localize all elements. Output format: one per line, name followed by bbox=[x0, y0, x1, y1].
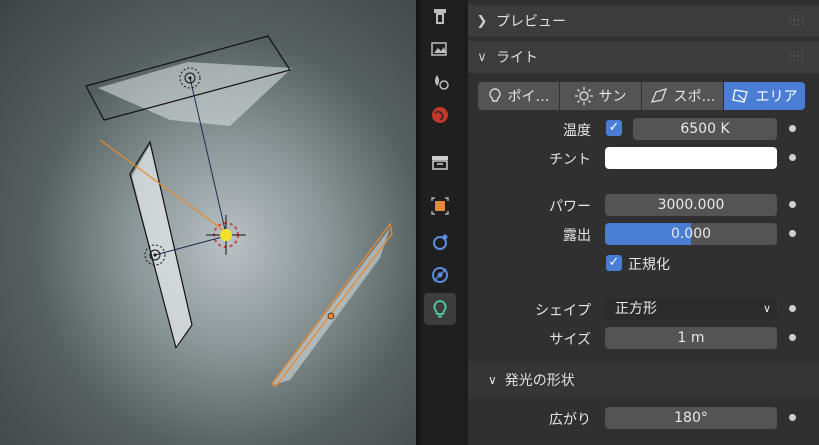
emission-title: 発光の形状 bbox=[504, 373, 575, 389]
tint-row: チント bbox=[468, 145, 819, 171]
normalize-row: ✓ 正規化 bbox=[468, 250, 819, 276]
collection-tab[interactable] bbox=[424, 146, 456, 178]
temperature-field[interactable]: 6500 K bbox=[633, 118, 777, 140]
constraints-tab[interactable] bbox=[424, 259, 456, 291]
light-data-icon bbox=[433, 300, 447, 318]
spread-row: 広がり 180° bbox=[468, 405, 819, 431]
sun-light-icon bbox=[574, 87, 593, 105]
size-label: サイズ bbox=[549, 332, 591, 348]
3d-cursor-icon bbox=[206, 215, 246, 255]
world-icon bbox=[432, 107, 448, 123]
light-type-spot[interactable]: スポ… bbox=[642, 82, 723, 110]
physics-icon bbox=[433, 234, 448, 250]
light-data-tab[interactable] bbox=[424, 293, 456, 325]
spread-field[interactable]: 180° bbox=[605, 407, 777, 429]
light-type-selector: ポイ… サン スポ… エリア bbox=[478, 82, 805, 110]
keyframe-dot[interactable] bbox=[789, 230, 796, 237]
chevron-right-icon: ❯ bbox=[476, 13, 488, 29]
properties-panel: ❯ プレビュー :::::::: ∨ ライト :::::::: ポイ… サン ス… bbox=[468, 0, 819, 445]
light-panel-header[interactable]: ∨ ライト :::::::: bbox=[468, 41, 819, 73]
render-tab[interactable] bbox=[424, 33, 456, 65]
keyframe-dot[interactable] bbox=[789, 334, 796, 341]
normalize-label: 正規化 bbox=[628, 257, 670, 273]
tool-icon bbox=[434, 9, 446, 24]
object-tab[interactable] bbox=[424, 190, 456, 222]
light-type-point[interactable]: ポイ… bbox=[478, 82, 559, 110]
tool-tab[interactable] bbox=[424, 0, 456, 32]
chevron-down-icon: ∨ bbox=[488, 373, 497, 387]
spread-label: 広がり bbox=[549, 412, 591, 428]
light-title: ライト bbox=[496, 50, 538, 66]
properties-tab-bar bbox=[420, 0, 460, 445]
3d-viewport[interactable] bbox=[0, 0, 416, 445]
temperature-checkbox[interactable]: ✓ bbox=[606, 120, 622, 136]
exposure-label: 露出 bbox=[563, 228, 591, 244]
area-light-icon bbox=[731, 89, 748, 103]
spot-light-icon bbox=[650, 88, 667, 103]
power-row: パワー 3000.000 bbox=[468, 192, 819, 218]
emission-subpanel-header[interactable]: ∨ 発光の形状 bbox=[488, 368, 575, 392]
output-icon bbox=[435, 75, 449, 90]
viewport-scene bbox=[85, 35, 393, 387]
collection-icon bbox=[432, 156, 448, 170]
light-type-sun[interactable]: サン bbox=[560, 82, 641, 110]
size-row: サイズ 1 m bbox=[468, 325, 819, 351]
light-type-area[interactable]: エリア bbox=[724, 82, 805, 110]
tab-separator bbox=[460, 0, 468, 445]
drag-grip-icon[interactable]: :::::::: bbox=[789, 14, 805, 28]
keyframe-dot[interactable] bbox=[789, 125, 796, 132]
exposure-row: 露出 0.000 bbox=[468, 221, 819, 247]
preview-title: プレビュー bbox=[496, 14, 566, 30]
chevron-down-icon: ∨ bbox=[762, 302, 771, 315]
shape-label: シェイプ bbox=[535, 303, 591, 319]
shape-row: シェイプ 正方形 ∨ bbox=[468, 296, 819, 322]
keyframe-dot[interactable] bbox=[789, 305, 796, 312]
keyframe-dot[interactable] bbox=[789, 154, 796, 161]
world-tab[interactable] bbox=[424, 99, 456, 131]
tint-label: チント bbox=[549, 152, 591, 168]
render-icon bbox=[431, 42, 447, 56]
drag-grip-icon[interactable]: :::::::: bbox=[789, 50, 805, 64]
object-icon bbox=[431, 197, 449, 215]
power-label: パワー bbox=[549, 199, 591, 215]
temperature-label: 温度 bbox=[563, 123, 591, 139]
size-field[interactable]: 1 m bbox=[605, 327, 777, 349]
power-field[interactable]: 3000.000 bbox=[605, 194, 777, 216]
shape-dropdown[interactable]: 正方形 ∨ bbox=[605, 298, 777, 320]
output-tab[interactable] bbox=[424, 66, 456, 98]
preview-panel-header[interactable]: ❯ プレビュー :::::::: bbox=[468, 5, 819, 37]
point-light-icon bbox=[488, 88, 501, 102]
temperature-row: 温度 ✓ 6500 K bbox=[468, 116, 819, 142]
exposure-field[interactable]: 0.000 bbox=[605, 223, 777, 245]
physics-tab[interactable] bbox=[424, 226, 456, 258]
tint-color-swatch[interactable] bbox=[605, 147, 777, 169]
keyframe-dot[interactable] bbox=[789, 201, 796, 208]
keyframe-dot[interactable] bbox=[789, 414, 796, 421]
constraints-icon bbox=[432, 267, 448, 283]
normalize-checkbox[interactable]: ✓ bbox=[606, 255, 622, 271]
chevron-down-icon: ∨ bbox=[477, 49, 487, 65]
